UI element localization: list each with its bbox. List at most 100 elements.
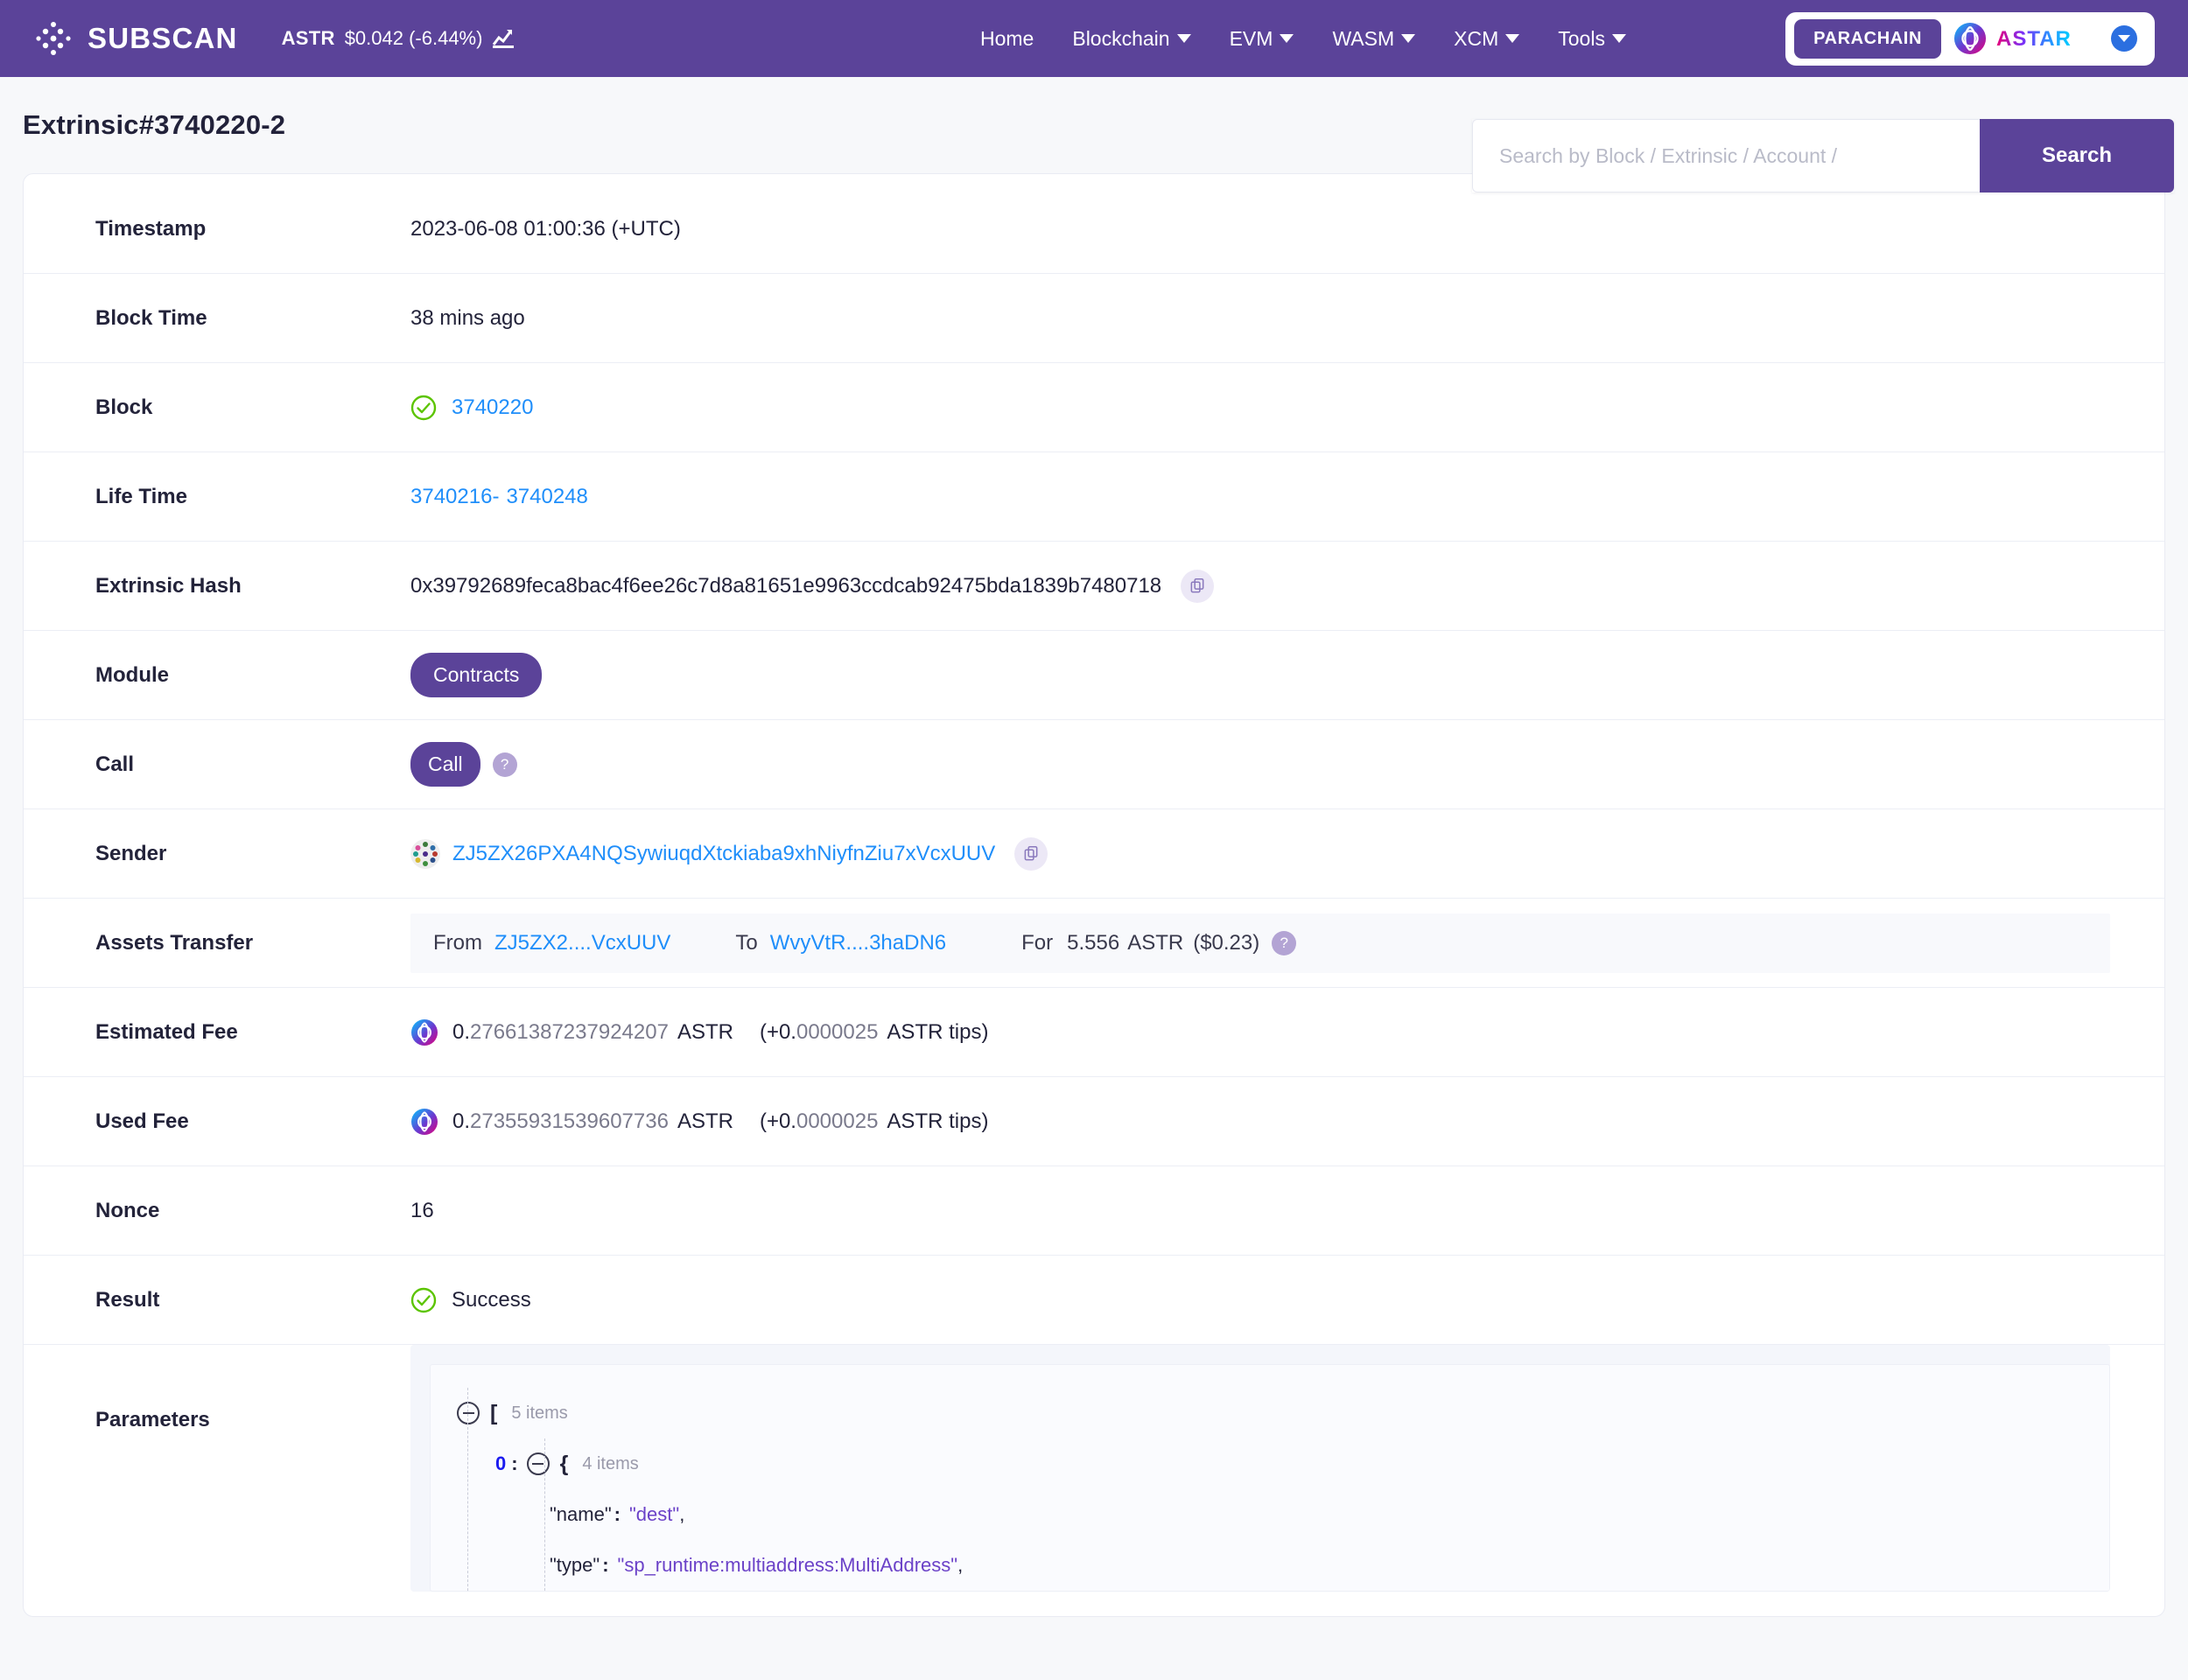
transfer-from-address-link[interactable]: ZJ5ZX2....VcxUUV <box>494 931 670 956</box>
json-field-comma: , <box>679 1503 685 1525</box>
label-extrinsic-hash: Extrinsic Hash <box>95 573 242 598</box>
label-timestamp: Timestamp <box>95 216 207 241</box>
value-sender: ZJ5ZX26PXA4NQSywiuqdXtckiaba9xhNiyfnZiu7… <box>410 836 2110 871</box>
json-field-key: "name" <box>550 1503 612 1525</box>
label-call: Call <box>95 752 135 776</box>
astar-logo-icon <box>1953 22 1987 55</box>
label-block: Block <box>95 395 153 419</box>
label-parameters: Parameters <box>95 1408 210 1432</box>
chevron-down-icon <box>1505 34 1520 43</box>
json-field-key: "type" <box>550 1554 600 1576</box>
json-field-line: "type" : "sp_runtime:multiaddress:MultiA… <box>457 1540 2109 1591</box>
chevron-down-icon <box>1401 34 1416 43</box>
sender-address-link[interactable]: ZJ5ZX26PXA4NQSywiuqdXtckiaba9xhNiyfnZiu7… <box>452 842 995 866</box>
nav-item-blockchain-label: Blockchain <box>1072 26 1170 50</box>
used-fee-tip-decimals: 0000025 <box>796 1109 879 1133</box>
line-chart-icon[interactable] <box>492 27 515 50</box>
module-badge[interactable]: Contracts <box>410 653 543 697</box>
json-item-line: 0 : { 4 items <box>457 1438 2109 1489</box>
row-assets-transfer: Assets Transfer From ZJ5ZX2....VcxUUV To… <box>24 899 2164 988</box>
used-fee-tip-suffix: ASTR tips) <box>887 1109 989 1133</box>
nav-item-xcm[interactable]: XCM <box>1454 26 1520 51</box>
nav-item-wasm-label: WASM <box>1332 26 1395 50</box>
transfer-usd-value: ($0.23) <box>1193 930 1260 955</box>
extrinsic-hash-text: 0x39792689feca8bac4f6ee26c7d8a81651e9963… <box>410 573 1162 598</box>
result-status-text: Success <box>452 1287 531 1312</box>
extrinsic-detail-card: Timestamp 2023-06-08 01:00:36 (+UTC) Blo… <box>23 173 2165 1617</box>
chain-switcher[interactable]: PARACHAIN ASTAR <box>1785 11 2155 66</box>
brand-logo-link[interactable]: SUBSCAN <box>33 18 238 59</box>
chain-switcher-area: PARACHAIN ASTAR <box>1785 11 2155 66</box>
copy-glyph <box>1190 578 1204 593</box>
estimated-fee-decimals: 27661387237924207 <box>470 1019 669 1044</box>
copy-glyph <box>1024 845 1038 861</box>
row-parameters: Parameters [ 5 items 0 : {4 items "name… <box>24 1345 2164 1592</box>
subscan-diamond-logo-icon <box>36 22 71 55</box>
row-call: Call Call ? <box>24 720 2164 809</box>
page-title: Extrinsic#3740220-2 <box>23 109 286 140</box>
block-number-link[interactable]: 3740220 <box>452 396 533 420</box>
estimated-fee-tip-suffix: ASTR tips) <box>887 1019 989 1044</box>
label-used-fee: Used Fee <box>95 1109 189 1133</box>
nav-item-evm-label: EVM <box>1229 26 1273 50</box>
json-root-line: [ 5 items <box>457 1388 2109 1438</box>
nav-item-evm[interactable]: EVM <box>1230 27 1294 51</box>
estimated-fee-unit: ASTR <box>677 1019 733 1044</box>
label-life-time: Life Time <box>95 484 187 508</box>
value-estimated-fee: 0. 27661387237924207 ASTR (+0.0000025 ASTR… <box>410 1018 2110 1046</box>
success-check-icon <box>410 395 437 420</box>
label-assets-transfer: Assets Transfer <box>95 930 254 955</box>
success-check-icon <box>410 1287 437 1312</box>
call-badge[interactable]: Call <box>410 742 480 787</box>
search-button[interactable]: Search <box>1980 119 2174 192</box>
chain-chevron-down-icon[interactable] <box>2111 25 2137 52</box>
nav-item-tools[interactable]: Tools <box>1558 27 1626 51</box>
copy-icon[interactable] <box>1014 836 1048 871</box>
row-nonce: Nonce 16 <box>24 1166 2164 1256</box>
polkadot-identicon <box>410 838 440 869</box>
transfer-strip: From ZJ5ZX2....VcxUUV To WvyVtR....3haDN… <box>410 913 2110 973</box>
value-timestamp: 2023-06-08 01:00:36 (+UTC) <box>410 216 681 241</box>
top-navigation-bar: SUBSCAN ASTR $0.042 (-6.44%) Home Blockc… <box>0 0 2188 77</box>
svg-text:ASTAR: ASTAR <box>1996 27 2072 50</box>
transfer-to-address-link[interactable]: WvyVtR....3haDN6 <box>770 931 946 956</box>
life-time-to-link[interactable]: 3740248 <box>506 485 587 509</box>
nav-item-home-label: Home <box>980 26 1034 50</box>
row-result: Result Success <box>24 1256 2164 1345</box>
value-result: Success <box>410 1287 2110 1313</box>
transfer-to-label: To <box>735 930 758 955</box>
label-block-time: Block Time <box>95 305 207 330</box>
collapse-toggle-icon[interactable] <box>526 1452 550 1475</box>
nav-item-wasm[interactable]: WASM <box>1332 26 1416 51</box>
life-time-from-link[interactable]: 3740216 <box>410 485 492 509</box>
question-mark-icon[interactable]: ? <box>492 752 517 777</box>
label-nonce: Nonce <box>95 1198 160 1222</box>
row-block: Block 3740220 <box>24 363 2164 452</box>
search-bar: Search <box>1472 119 2174 192</box>
transfer-from-label: From <box>433 930 482 955</box>
value-used-fee: 0. 27355931539607736 ASTR (+0.0000025 ASTR… <box>410 1108 2110 1136</box>
json-field-colon: : <box>602 1554 609 1576</box>
astar-wordmark: ASTAR <box>1996 27 2072 50</box>
chevron-down-icon <box>1280 34 1294 43</box>
chevron-down-icon <box>1611 34 1626 43</box>
page-header: Extrinsic#3740220-2 Search <box>0 77 2188 192</box>
label-sender: Sender <box>95 841 167 865</box>
json-field-comma: , <box>957 1554 964 1576</box>
value-assets-transfer: From ZJ5ZX2....VcxUUV To WvyVtR....3haDN… <box>410 913 2110 973</box>
copy-icon[interactable] <box>1181 569 1215 603</box>
question-mark-icon[interactable]: ? <box>1272 930 1297 956</box>
row-life-time: Life Time 3740216 - 3740248 <box>24 452 2164 542</box>
nav-item-xcm-label: XCM <box>1454 26 1499 50</box>
collapse-toggle-icon[interactable] <box>457 1402 480 1424</box>
parachain-badge[interactable]: PARACHAIN <box>1794 18 1941 59</box>
search-input[interactable] <box>1472 119 1980 192</box>
nav-item-home[interactable]: Home <box>980 27 1034 51</box>
label-estimated-fee: Estimated Fee <box>95 1019 238 1044</box>
value-module: Contracts <box>410 653 2110 697</box>
chain-select[interactable]: ASTAR <box>1953 22 2146 55</box>
token-price-widget[interactable]: ASTR $0.042 (-6.44%) <box>282 27 515 50</box>
json-item-bracket: { <box>559 1451 569 1476</box>
nav-item-blockchain[interactable]: Blockchain <box>1072 26 1191 51</box>
used-fee-tip-prefix: (+0. <box>759 1109 796 1133</box>
